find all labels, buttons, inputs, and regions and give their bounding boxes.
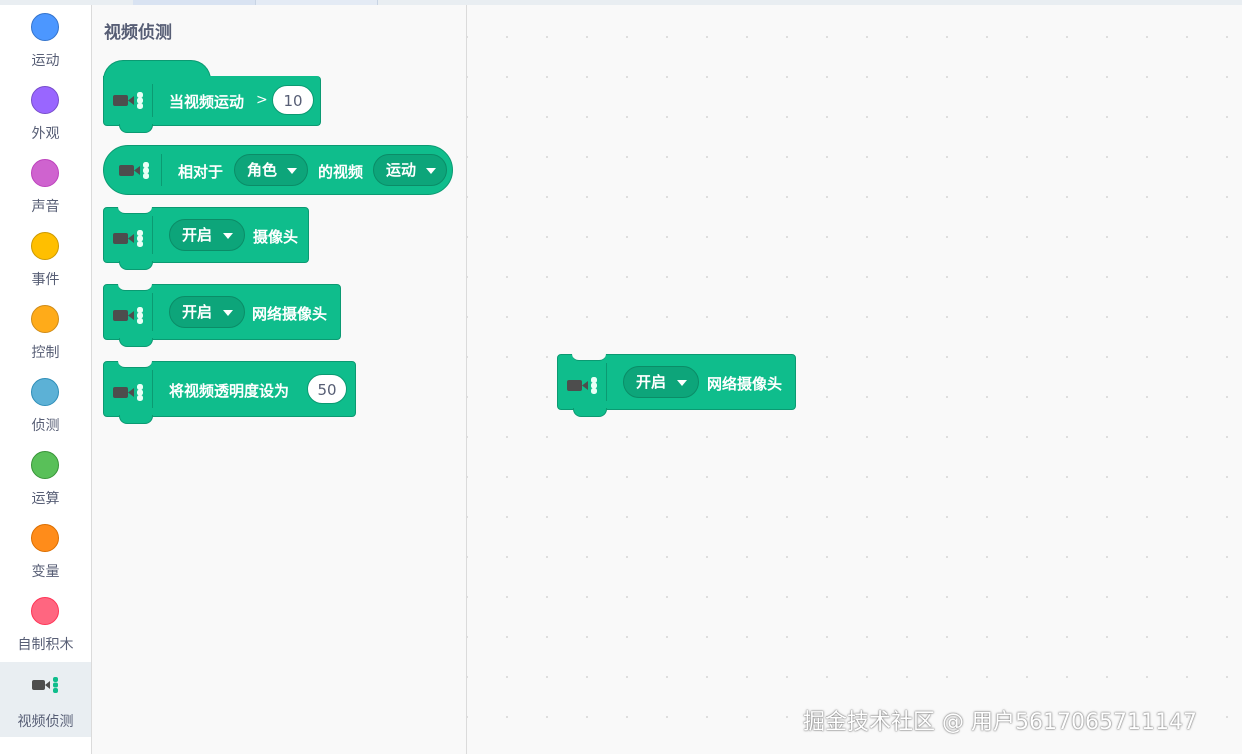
category-sensing[interactable]: 侦测 (0, 370, 91, 443)
attribute-dropdown[interactable]: 运动 (373, 154, 447, 186)
video-on-reporter-block[interactable]: 相对于 角色 的视频 运动 (103, 145, 453, 195)
turn-webcam-block[interactable]: 开启 网络摄像头 (103, 284, 341, 347)
video-camera-icon (113, 230, 143, 247)
set-transparency-block[interactable]: 将视频透明度设为 50 (103, 361, 356, 424)
caret-down-icon (287, 168, 297, 174)
block-separator (161, 154, 162, 186)
webcam-state-dropdown[interactable]: 开启 (623, 366, 699, 398)
block-text: 网络摄像头 (252, 305, 328, 323)
caret-down-icon (223, 310, 233, 316)
turn-camera-block[interactable]: 开启 摄像头 (103, 207, 309, 270)
block-notch (118, 207, 152, 214)
block-connector-tab (119, 338, 153, 347)
video-camera-icon (32, 677, 58, 693)
transparency-input[interactable]: 50 (307, 374, 347, 404)
camera-state-dropdown[interactable]: 开启 (169, 219, 245, 251)
video-camera-icon (113, 307, 143, 324)
category-label: 侦测 (31, 418, 60, 434)
sound-color-dot (31, 159, 59, 187)
video-camera-icon (119, 162, 149, 179)
operators-color-dot (31, 451, 59, 479)
category-label: 运动 (31, 53, 60, 69)
category-motion[interactable]: 运动 (0, 5, 91, 78)
my-blocks-color-dot (31, 597, 59, 625)
variables-color-dot (31, 524, 59, 552)
block-text: 相对于 (178, 163, 224, 181)
block-notch (572, 354, 606, 361)
category-looks[interactable]: 外观 (0, 78, 91, 151)
block-connector-tab (119, 415, 153, 424)
block-text: 将视频透明度设为 (169, 382, 290, 400)
category-control[interactable]: 控制 (0, 297, 91, 370)
category-label: 外观 (31, 126, 60, 142)
dropdown-value: 开启 (182, 226, 213, 244)
block-text: 摄像头 (253, 228, 299, 246)
block-separator (606, 363, 607, 401)
block-text: 当视频运动 (169, 93, 245, 111)
block-connector-tab (573, 408, 607, 417)
block-notch (118, 284, 152, 291)
control-color-dot (31, 305, 59, 333)
block-separator (152, 370, 153, 408)
dropdown-value: 角色 (247, 161, 278, 179)
motion-color-dot (31, 13, 59, 41)
category-events[interactable]: 事件 (0, 224, 91, 297)
watermark-text: 掘金技术社区 @ 用户5617065711147 (803, 710, 1197, 735)
greater-than-operator: > (256, 92, 268, 108)
dropdown-value: 开启 (636, 373, 667, 391)
dropdown-value: 运动 (386, 161, 417, 179)
sensing-color-dot (31, 378, 59, 406)
category-sound[interactable]: 声音 (0, 151, 91, 224)
sprite-dropdown[interactable]: 角色 (234, 154, 308, 186)
motion-threshold-input[interactable]: 10 (272, 85, 314, 115)
category-menu: 运动 外观 声音 事件 控制 侦测 运算 变量 自制积木 视频侦测 (0, 5, 92, 754)
block-text: 的视频 (318, 163, 364, 181)
caret-down-icon (223, 233, 233, 239)
category-label: 事件 (31, 272, 60, 288)
category-variables[interactable]: 变量 (0, 516, 91, 589)
category-label: 运算 (31, 491, 60, 507)
block-notch (118, 361, 152, 368)
looks-color-dot (31, 86, 59, 114)
category-label: 自制积木 (17, 637, 74, 653)
category-label: 声音 (31, 199, 60, 215)
block-separator (152, 216, 153, 254)
block-separator (152, 84, 153, 117)
category-operators[interactable]: 运算 (0, 443, 91, 516)
category-label: 视频侦测 (17, 714, 74, 730)
video-camera-icon (113, 384, 143, 401)
caret-down-icon (426, 168, 436, 174)
category-label: 控制 (31, 345, 60, 361)
flyout-section-title: 视频侦测 (104, 23, 172, 43)
category-video-sensing[interactable]: 视频侦测 (0, 662, 91, 737)
webcam-state-dropdown[interactable]: 开启 (169, 296, 245, 328)
workspace-turn-webcam-block[interactable]: 开启 网络摄像头 (557, 354, 796, 417)
block-connector-tab (119, 124, 153, 133)
events-color-dot (31, 232, 59, 260)
video-camera-icon (113, 92, 143, 109)
dropdown-value: 开启 (182, 303, 213, 321)
when-video-motion-block[interactable]: 当视频运动 > 10 (103, 76, 321, 133)
category-label: 变量 (31, 564, 60, 580)
block-separator (152, 293, 153, 331)
caret-down-icon (677, 380, 687, 386)
video-camera-icon (567, 377, 597, 394)
block-connector-tab (119, 261, 153, 270)
category-my-blocks[interactable]: 自制积木 (0, 589, 91, 662)
block-text: 网络摄像头 (707, 375, 783, 393)
